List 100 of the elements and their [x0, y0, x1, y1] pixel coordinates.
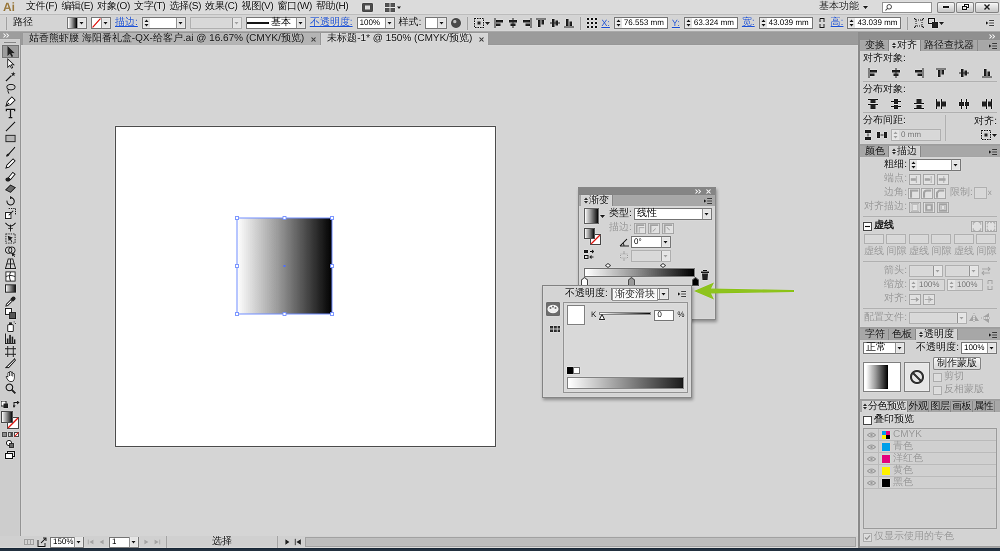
- spray-can-icon[interactable]: [4, 320, 16, 332]
- distribute-top-icon[interactable]: [868, 98, 878, 108]
- align-left-icon[interactable]: [868, 68, 878, 78]
- fill-stroke-icon[interactable]: [584, 228, 601, 245]
- vertical-spacing-icon[interactable]: [863, 130, 873, 140]
- search-field[interactable]: [882, 2, 932, 12]
- make-mask-button[interactable]: 制作蒙版: [933, 357, 981, 370]
- close-icon[interactable]: [311, 36, 316, 42]
- circle-square-icon[interactable]: [6, 440, 14, 448]
- dash-field[interactable]: [908, 234, 929, 244]
- align-right-icon[interactable]: [914, 68, 924, 78]
- panel-tab[interactable]: 分色预览: [862, 401, 908, 412]
- up-down-arrows-icon[interactable]: [892, 148, 896, 155]
- align-center-icon[interactable]: [508, 18, 518, 28]
- dashed-square-icon[interactable]: [474, 18, 484, 28]
- caret-icon[interactable]: [77, 18, 86, 28]
- blob-brush-icon[interactable]: [4, 170, 16, 182]
- gradient-type-dropdown[interactable]: 线性: [634, 208, 712, 220]
- up-down-arrows-icon[interactable]: [584, 197, 588, 204]
- color-spectrum-bar[interactable]: [567, 377, 684, 389]
- menu-item[interactable]: 文字(T): [132, 1, 168, 13]
- menu-item[interactable]: 窗口(W): [275, 1, 314, 13]
- pencil-icon[interactable]: [4, 158, 16, 170]
- bar-chart-icon[interactable]: [4, 333, 16, 344]
- x-field[interactable]: 76.553 mm: [614, 17, 668, 29]
- panel-tab[interactable]: 属性: [973, 401, 995, 412]
- zoom-icon[interactable]: [4, 383, 16, 394]
- color-stop-icon[interactable]: [692, 277, 698, 286]
- y-field[interactable]: 63.324 mm: [684, 17, 738, 29]
- weight-field[interactable]: [909, 159, 961, 171]
- caret-icon[interactable]: [176, 18, 185, 28]
- caret-icon[interactable]: [863, 6, 868, 8]
- width-link[interactable]: 宽:: [742, 17, 755, 29]
- spinner-icon[interactable]: [684, 18, 692, 28]
- panel-menu-icon[interactable]: [678, 290, 686, 298]
- opacity-field[interactable]: 100%: [356, 17, 395, 29]
- spinner-icon[interactable]: [760, 18, 767, 28]
- swap-colors-icon[interactable]: [12, 401, 20, 408]
- gap-field[interactable]: [886, 234, 906, 244]
- knife-icon[interactable]: [4, 358, 16, 370]
- free-transform-icon[interactable]: [4, 233, 16, 244]
- caret-icon[interactable]: [384, 18, 394, 28]
- caret-icon[interactable]: [485, 22, 490, 24]
- palette-icon[interactable]: [546, 302, 560, 316]
- caret-icon[interactable]: [600, 214, 605, 218]
- caret-icon[interactable]: [658, 289, 668, 299]
- rectangle-icon[interactable]: [4, 133, 16, 144]
- workspace-switcher[interactable]: 基本功能: [817, 1, 870, 13]
- rotate-icon[interactable]: [4, 196, 16, 207]
- link-icon[interactable]: [816, 18, 827, 28]
- gradient-swatch-icon[interactable]: [584, 208, 599, 224]
- height-field[interactable]: 43.039 mm: [847, 17, 902, 29]
- checkbox[interactable]: [863, 416, 872, 424]
- bounding-box-icon[interactable]: [914, 18, 924, 28]
- spinner-icon[interactable]: [614, 18, 622, 28]
- k-slider[interactable]: [599, 310, 652, 320]
- mesh-icon[interactable]: [4, 270, 16, 282]
- shape-builder-icon[interactable]: [4, 246, 16, 257]
- align-left-icon[interactable]: [494, 18, 504, 28]
- panel-tab[interactable]: 描边: [889, 146, 921, 157]
- blend-mode-dropdown[interactable]: 正常: [863, 342, 905, 354]
- menu-item[interactable]: 文件(F): [24, 1, 60, 13]
- panel-menu-icon[interactable]: [989, 148, 997, 156]
- align-top-icon[interactable]: [936, 68, 946, 78]
- distribute-left-icon[interactable]: [936, 98, 946, 108]
- spinner-icon[interactable]: [910, 160, 917, 170]
- panel-tab[interactable]: 画板: [951, 401, 974, 412]
- double-chevron-icon[interactable]: [989, 34, 996, 38]
- type-tool-icon[interactable]: [4, 108, 16, 120]
- line-tool-icon[interactable]: [4, 120, 16, 132]
- distribute-center-icon[interactable]: [959, 98, 970, 108]
- close-button[interactable]: [975, 2, 999, 12]
- export-icon[interactable]: [37, 537, 47, 547]
- horizontal-spacing-icon[interactable]: [877, 130, 887, 140]
- stroke-dropdown[interactable]: [91, 17, 111, 29]
- document-tab[interactable]: 未标题-1* @ 150% (CMYK/预览): [321, 33, 488, 45]
- close-icon[interactable]: [479, 36, 484, 42]
- caret-icon[interactable]: [437, 18, 446, 28]
- swatch-grid-icon[interactable]: [550, 326, 560, 332]
- menu-item[interactable]: 视图(V): [240, 1, 276, 13]
- scroll-left-icon[interactable]: [294, 538, 302, 546]
- up-down-arrows-icon[interactable]: [919, 331, 923, 338]
- solid-fill-icon[interactable]: [2, 432, 6, 437]
- hollow-arrow-icon[interactable]: [4, 58, 16, 70]
- panel-menu-icon[interactable]: [989, 42, 997, 50]
- caret-icon[interactable]: [661, 237, 670, 247]
- panel-menu-icon[interactable]: [704, 196, 712, 204]
- opacity-link[interactable]: 不透明度:: [310, 17, 353, 29]
- brush-dropdown[interactable]: 基本: [246, 17, 306, 29]
- spinner-icon[interactable]: [848, 18, 856, 28]
- panel-menu-icon[interactable]: [989, 330, 997, 338]
- artboard-field[interactable]: 1: [109, 536, 139, 548]
- width-tool-icon[interactable]: [4, 220, 16, 232]
- gradient-fill-icon[interactable]: [8, 432, 12, 437]
- panel-tab[interactable]: 透明度: [916, 329, 958, 340]
- restore-button[interactable]: [956, 2, 974, 12]
- eraser-icon[interactable]: [4, 183, 16, 194]
- align-center-icon[interactable]: [890, 68, 901, 78]
- height-link[interactable]: 高:: [830, 17, 844, 29]
- caret-icon[interactable]: [987, 343, 996, 353]
